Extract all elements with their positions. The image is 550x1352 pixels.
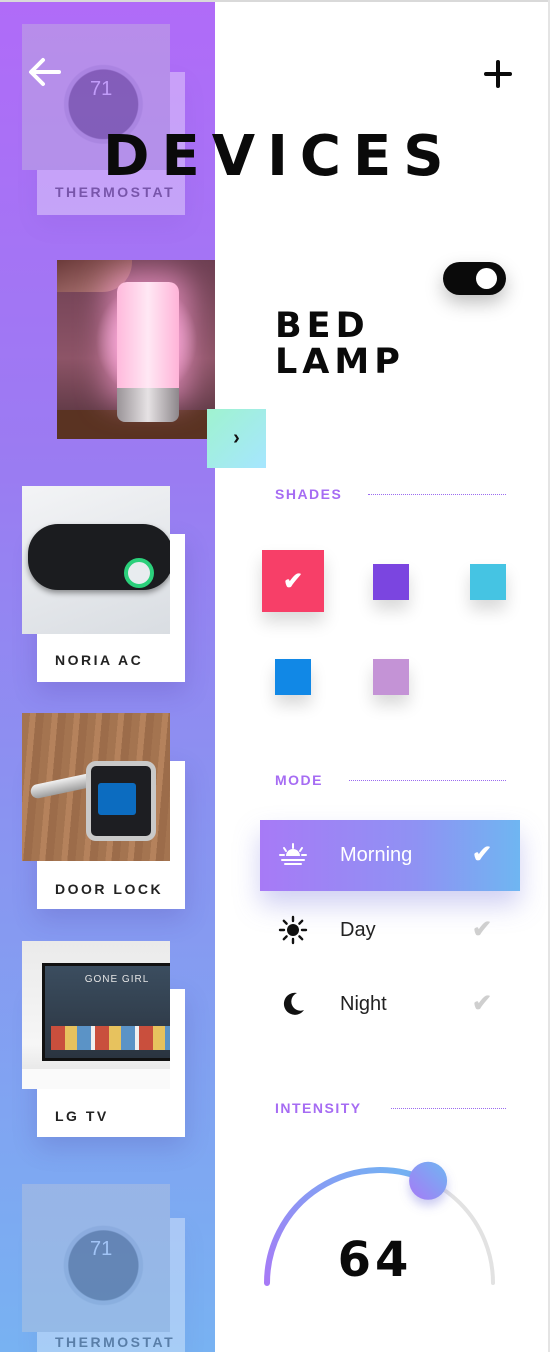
lock-screen — [98, 783, 136, 815]
shade-swatch-red[interactable]: ✔ — [262, 550, 324, 612]
arrow-left-icon — [29, 58, 61, 86]
shades-label: SHADES — [275, 486, 343, 502]
intensity-knob[interactable] — [409, 1161, 448, 1200]
tv-poster-row — [51, 1026, 170, 1050]
device-card-thermostat-bottom[interactable]: THERMOSTAT — [0, 1184, 215, 1352]
television-photo: GONE GIRL — [22, 941, 170, 1089]
mode-divider — [349, 780, 506, 781]
moon-icon — [276, 987, 310, 1021]
thermostat-photo — [22, 1184, 170, 1332]
mode-option-night[interactable]: Night ✔ — [260, 969, 520, 1040]
selected-device-title: BED LAMP — [275, 308, 405, 380]
shade-swatch-blue[interactable] — [275, 659, 311, 695]
next-device-button[interactable]: › — [207, 409, 266, 468]
shade-swatch-cyan[interactable] — [470, 564, 506, 600]
check-icon: ✔ — [472, 990, 493, 1017]
lamp-base — [117, 388, 179, 422]
mode-option-morning[interactable]: Morning ✔ — [260, 820, 520, 891]
shade-swatch-lilac[interactable] — [373, 659, 409, 695]
back-button[interactable] — [22, 52, 66, 92]
power-toggle[interactable] — [443, 262, 506, 295]
device-card-lg-tv[interactable]: GONE GIRL LG TV — [0, 941, 215, 1141]
check-icon: ✔ — [472, 841, 493, 868]
device-label: LG TV — [55, 1108, 109, 1124]
device-label: THERMOSTAT — [55, 1334, 176, 1350]
mode-option-day[interactable]: Day ✔ — [260, 895, 520, 966]
shades-divider — [368, 494, 506, 495]
device-label: NORIA AC — [55, 652, 144, 668]
intensity-divider — [391, 1108, 506, 1109]
check-icon: ✔ — [282, 567, 304, 595]
shade-swatch-purple[interactable] — [373, 564, 409, 600]
sunrise-icon — [276, 838, 310, 872]
add-device-button[interactable] — [478, 54, 518, 94]
intensity-label: INTENSITY — [275, 1100, 362, 1116]
lamp-body — [117, 282, 179, 392]
door-lock-photo — [22, 713, 170, 861]
device-title-line-1: BED — [275, 306, 370, 346]
device-card-bed-lamp[interactable] — [57, 260, 215, 440]
lamp-photo — [57, 260, 215, 439]
device-sidebar[interactable]: 71 THERMOSTAT NORIA AC DOOR LOCK GONE GI… — [0, 2, 215, 1352]
intensity-value: 64 — [337, 1232, 413, 1288]
mode-option-label: Day — [340, 919, 376, 941]
device-card-noria-ac[interactable]: NORIA AC — [0, 486, 215, 686]
device-card-door-lock[interactable]: DOOR LOCK — [0, 713, 215, 913]
tv-screen: GONE GIRL — [42, 963, 170, 1061]
device-label: DOOR LOCK — [55, 881, 164, 897]
toggle-knob — [476, 268, 497, 289]
check-icon: ✔ — [472, 916, 493, 943]
plus-icon — [484, 60, 512, 88]
sun-icon — [276, 913, 310, 947]
air-conditioner-photo — [22, 486, 170, 634]
mode-label: MODE — [275, 772, 323, 788]
tv-screen-title: GONE GIRL — [84, 974, 150, 985]
ac-dial — [124, 558, 154, 588]
page-title: DEVICES — [103, 124, 456, 189]
chevron-right-icon: › — [233, 427, 240, 449]
tv-stand — [22, 1069, 170, 1089]
mode-option-label: Morning — [340, 844, 413, 866]
device-title-line-2: LAMP — [275, 342, 405, 382]
mode-option-label: Night — [340, 993, 387, 1015]
